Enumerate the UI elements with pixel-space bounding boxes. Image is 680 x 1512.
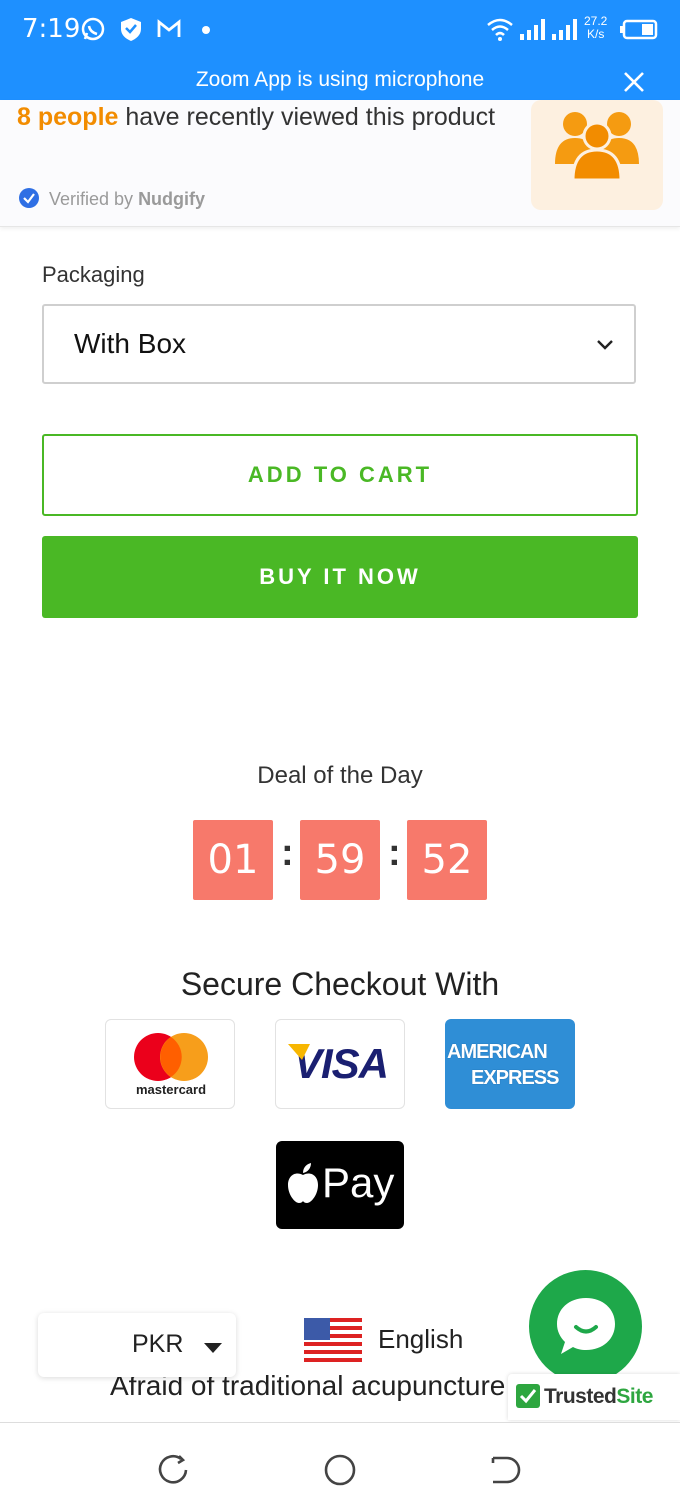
viewer-count: 8 people <box>17 103 119 131</box>
nudge-headline: 8 people have recently viewed this produ… <box>17 100 497 134</box>
buy-it-now-button[interactable]: BUY IT NOW <box>42 536 638 618</box>
trusted-site-label: TrustedSite <box>544 1385 653 1409</box>
add-to-cart-button[interactable]: ADD TO CART <box>42 434 638 516</box>
verified-brand: Nudgify <box>138 189 206 209</box>
countdown-separator: : <box>388 832 401 874</box>
people-icon <box>555 112 639 182</box>
viewer-text: have recently viewed this product <box>118 103 496 131</box>
status-time: 7:19 <box>22 14 81 44</box>
recents-icon[interactable] <box>157 1453 191 1487</box>
verified-prefix: Verified by <box>49 189 139 209</box>
countdown-hours: 01 <box>193 820 273 900</box>
visa-flag-icon <box>288 1044 310 1060</box>
countdown-minutes: 59 <box>300 820 380 900</box>
mastercard-circles-icon <box>134 1033 208 1081</box>
language-selector[interactable]: English <box>378 1324 463 1355</box>
currency-selector[interactable]: PKR <box>38 1313 236 1377</box>
apple-pay-logo: Pay <box>276 1141 404 1229</box>
trusted-part2: Site <box>616 1385 653 1408</box>
caret-down-icon <box>204 1343 222 1353</box>
wifi-icon <box>487 18 513 41</box>
currency-value: PKR <box>132 1330 184 1358</box>
net-speed-unit: K/s <box>587 27 605 41</box>
packaging-select[interactable]: With Box <box>42 304 636 384</box>
whatsapp-icon <box>81 17 105 41</box>
amex-line2: EXPRESS <box>471 1067 559 1089</box>
signal-icon <box>552 19 577 40</box>
apple-pay-label: Pay <box>322 1159 395 1206</box>
net-speed: 27.2 K/s <box>584 15 607 41</box>
mastercard-label: mastercard <box>135 1082 207 1097</box>
microphone-notification[interactable]: Zoom App is using microphone <box>0 62 680 100</box>
mastercard-logo: mastercard <box>105 1019 235 1109</box>
secure-checkout-title: Secure Checkout With <box>180 966 500 1002</box>
amex-logo: AMERICAN EXPRESS <box>445 1019 575 1109</box>
chevron-down-icon <box>597 340 613 350</box>
visa-logo: VISA <box>275 1019 405 1109</box>
countdown-separator: : <box>281 832 294 874</box>
trusted-site-badge[interactable]: TrustedSite <box>508 1374 680 1420</box>
packaging-label: Packaging <box>42 262 145 287</box>
battery-icon <box>620 19 658 40</box>
check-circle-icon <box>19 188 39 208</box>
system-nav-bar <box>0 1422 680 1512</box>
close-icon[interactable] <box>620 68 648 96</box>
people-icon-box <box>531 100 663 210</box>
shield-icon <box>121 18 141 41</box>
chat-bubble-icon <box>557 1298 615 1354</box>
trusted-check-icon <box>516 1384 540 1408</box>
packaging-selected-value: With Box <box>74 328 187 359</box>
us-flag-icon[interactable] <box>304 1318 362 1362</box>
countdown-seconds: 52 <box>407 820 487 900</box>
trusted-part1: Trusted <box>544 1385 617 1408</box>
signal-icon <box>520 19 545 40</box>
home-icon[interactable] <box>323 1453 357 1487</box>
amex-line1: AMERICAN <box>447 1041 548 1063</box>
status-bar: 7:19 27.2 K/s <box>0 0 680 62</box>
notification-text: Zoom App is using microphone <box>195 68 485 91</box>
chat-button[interactable] <box>529 1270 642 1383</box>
dot-icon <box>202 26 210 34</box>
apple-icon <box>288 1163 318 1203</box>
verified-badge: Verified by Nudgify <box>19 188 205 210</box>
deal-title: Deal of the Day <box>257 762 423 789</box>
back-icon[interactable] <box>489 1453 523 1487</box>
gmail-icon <box>157 19 181 37</box>
